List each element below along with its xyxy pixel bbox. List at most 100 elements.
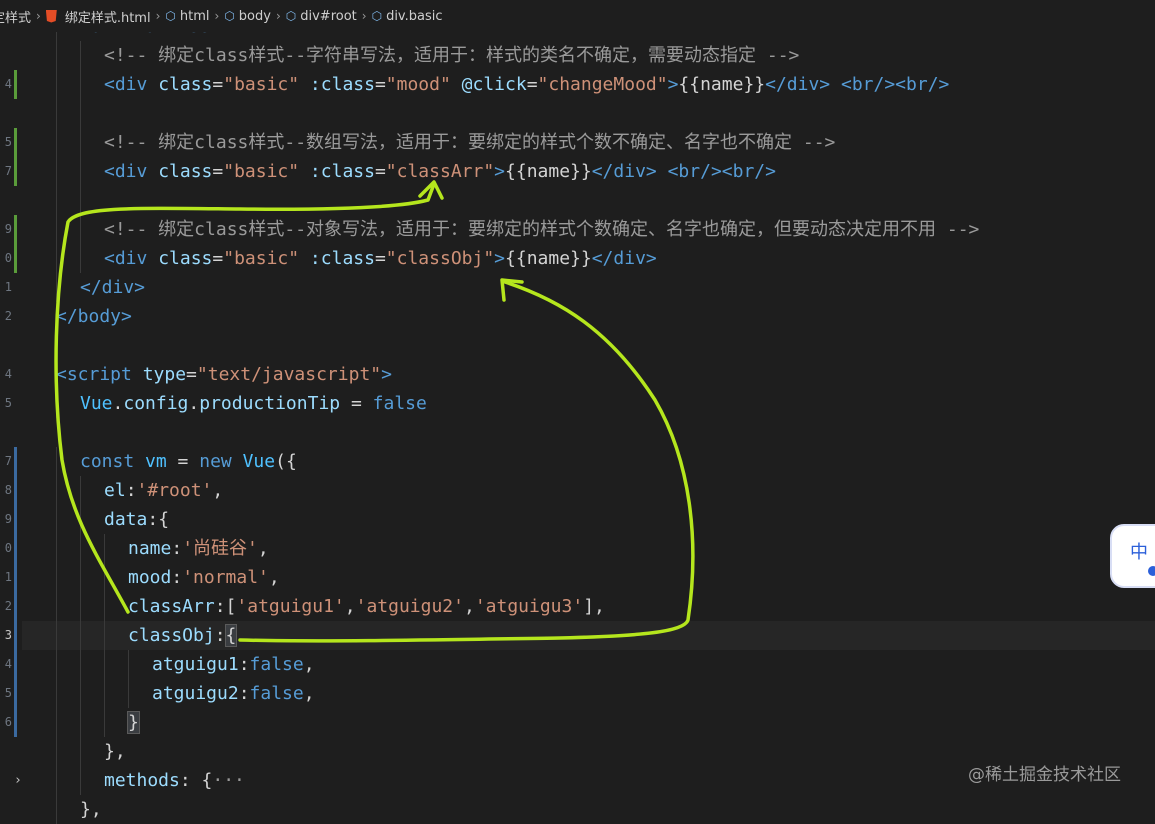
code-token: data (104, 509, 148, 530)
line-number: 4 (4, 367, 12, 381)
code-token: Vue (80, 393, 113, 414)
code-token: , (463, 596, 475, 617)
code-content: atguigu2:false, (152, 679, 315, 708)
code-line[interactable]: mood:'normal', (0, 563, 1155, 592)
code-line[interactable] (0, 418, 1155, 447)
code-token: {{name}} (678, 74, 766, 95)
code-line[interactable]: <script type="text/javascript"> (0, 360, 1155, 389)
git-change-marker (14, 534, 17, 563)
indent-guide (80, 650, 81, 679)
code-line[interactable]: }, (0, 795, 1155, 824)
chevron-right-icon: › (155, 9, 161, 23)
breadcrumb-item-1[interactable]: 绑定样式.html (45, 7, 151, 26)
ime-toolbar[interactable]: 中 (1110, 524, 1155, 588)
indent-guide (56, 563, 57, 592)
git-change-marker (14, 128, 17, 157)
code-line[interactable]: <!-- 绑定class样式--对象写法，适用于：要绑定的样式个数确定、名字也确… (0, 215, 1155, 244)
watermark: @稀土掘金技术社区 (968, 765, 1121, 785)
indent-guide (80, 41, 81, 70)
code-token: <!-- 绑定class样式--字符串写法，适用于：样式的类名不确定，需要动态指… (104, 45, 800, 66)
breadcrumb-label: 绑定样式.html (64, 10, 151, 26)
code-line[interactable]: data:{ (0, 505, 1155, 534)
cube-icon: ⬡ (371, 9, 383, 23)
code-token: : (171, 567, 183, 588)
breadcrumb-item-3[interactable]: ⬡ body (224, 9, 271, 24)
code-line[interactable] (0, 186, 1155, 215)
code-token: : (238, 654, 250, 675)
git-change-marker (14, 244, 17, 273)
code-line[interactable]: classObj:{ (0, 621, 1155, 650)
code-token: . (112, 393, 124, 414)
code-line[interactable]: <div class="basic" :class="classArr">{{n… (0, 157, 1155, 186)
code-token: <div (104, 248, 148, 269)
code-line[interactable]: <div class="basic" :class="classObj">{{n… (0, 244, 1155, 273)
code-token: productionTip (199, 393, 341, 414)
indent-guide (56, 621, 57, 650)
fold-chevron-icon[interactable]: › (14, 766, 22, 795)
code-token: <!-- 绑定class样式--对象写法，适用于：要绑定的样式个数确定、名字也确… (104, 219, 980, 240)
code-line[interactable]: <!-- 绑定class样式--数组写法，适用于：要绑定的样式个数不确定、名字也… (0, 128, 1155, 157)
indent-guide (56, 766, 57, 795)
breadcrumb-item-5[interactable]: ⬡ div.basic (372, 9, 443, 24)
code-content: methods: {··· (104, 766, 245, 795)
code-token: :class (299, 74, 375, 95)
code-token: = (374, 248, 386, 269)
indent-guide (56, 679, 57, 708)
code-line[interactable]: Vue.config.productionTip = false (0, 389, 1155, 418)
code-token: :{ (147, 509, 170, 530)
code-token: classObj (128, 625, 215, 646)
indent-guide (56, 99, 57, 128)
code-line[interactable]: </div> (0, 273, 1155, 302)
code-content: <!-- 绑定class样式--数组写法，适用于：要绑定的样式个数不确定、名字也… (104, 128, 835, 157)
code-token: "basic" (223, 161, 300, 182)
chevron-right-icon: › (36, 9, 41, 23)
code-token: = (212, 74, 224, 95)
code-line[interactable]: } (0, 708, 1155, 737)
code-token: :class (299, 161, 375, 182)
git-change-marker (14, 70, 17, 99)
line-number (0, 766, 12, 795)
code-token: :[ (214, 596, 237, 617)
code-line[interactable] (0, 99, 1155, 128)
indent-guide (56, 273, 57, 302)
code-line[interactable]: classArr:['atguigu1','atguigu2','atguigu… (0, 592, 1155, 621)
code-line[interactable]: </body> (0, 302, 1155, 331)
code-token: name (128, 538, 172, 559)
indent-guide (80, 708, 81, 737)
code-line[interactable]: <div class="basic" :class="mood" @click=… (0, 70, 1155, 99)
code-editor[interactable]: <div id="root"><!-- 绑定class样式--字符串写法，适用于… (0, 0, 1155, 824)
indent-guide (56, 592, 57, 621)
breadcrumb-item-4[interactable]: ⬡ div#root (286, 9, 357, 24)
code-line[interactable]: el:'#root', (0, 476, 1155, 505)
code-token: ], (583, 596, 605, 617)
code-line[interactable]: const vm = new Vue({ (0, 447, 1155, 476)
code-content: </div> (80, 273, 145, 302)
breadcrumb-item-0[interactable]: 定样式 (0, 7, 31, 26)
code-token: methods (104, 770, 180, 791)
code-line[interactable]: <!-- 绑定class样式--字符串写法，适用于：样式的类名不确定，需要动态指… (0, 41, 1155, 70)
git-change-marker (14, 476, 17, 505)
line-number: 4 (4, 77, 12, 91)
line-number: 4 (4, 657, 12, 671)
indent-guide (56, 186, 57, 215)
indent-guide (80, 476, 81, 505)
code-content: }, (80, 795, 102, 824)
code-content: Vue.config.productionTip = false (80, 389, 427, 418)
code-content: mood:'normal', (128, 563, 280, 592)
code-token: <div (104, 74, 148, 95)
code-token: = (374, 161, 386, 182)
breadcrumb-item-2[interactable]: ⬡ html (165, 9, 209, 24)
code-token: :class (299, 248, 375, 269)
code-token: config (123, 393, 189, 414)
code-token: : { (179, 770, 213, 791)
git-change-marker (14, 563, 17, 592)
code-line[interactable]: atguigu2:false, (0, 679, 1155, 708)
code-token: > (494, 248, 506, 269)
line-number: 1 (4, 570, 12, 584)
code-token: : (214, 625, 226, 646)
code-line[interactable] (0, 331, 1155, 360)
code-line[interactable]: name:'尚硅谷', (0, 534, 1155, 563)
code-token: ··· (212, 770, 245, 791)
indent-guide (80, 766, 81, 795)
code-line[interactable]: atguigu1:false, (0, 650, 1155, 679)
